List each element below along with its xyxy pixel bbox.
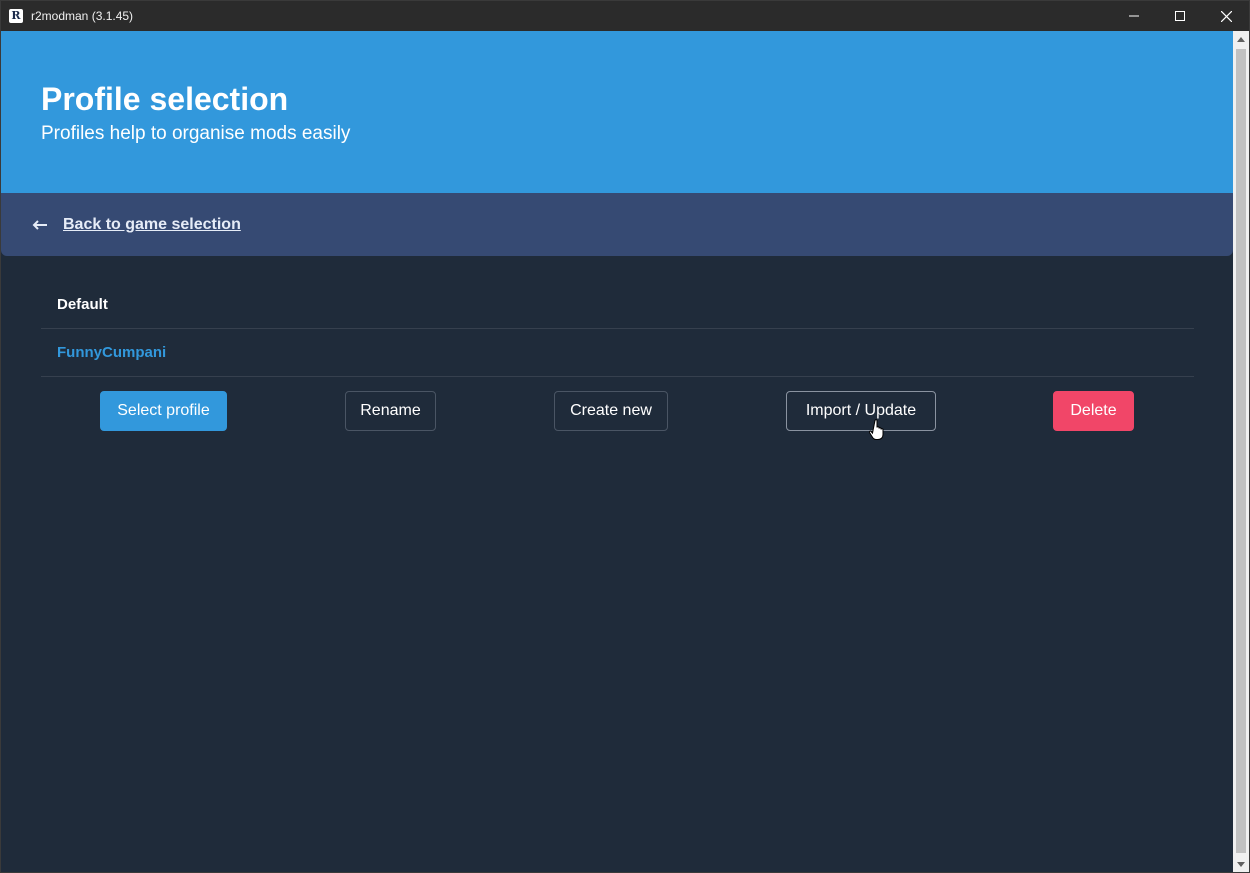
scroll-down-arrow-icon[interactable]: [1233, 856, 1249, 872]
minimize-icon: [1129, 15, 1139, 17]
maximize-icon: [1175, 11, 1185, 21]
arrow-left-icon[interactable]: [32, 218, 50, 232]
vertical-scrollbar[interactable]: [1233, 31, 1249, 872]
minimize-button[interactable]: [1111, 1, 1157, 31]
profile-list: Default FunnyCumpani: [41, 281, 1194, 377]
title-bar[interactable]: R r2modman (3.1.45): [1, 1, 1249, 31]
page-title: Profile selection: [41, 81, 289, 117]
maximize-button[interactable]: [1157, 1, 1203, 31]
page-subtitle: Profiles help to organise mods easily: [41, 123, 351, 144]
hand-cursor-icon: [869, 419, 884, 440]
delete-button[interactable]: Delete: [1053, 391, 1134, 431]
rename-button[interactable]: Rename: [345, 391, 436, 431]
app-window: R r2modman (3.1.45) Profile selection Pr…: [0, 0, 1250, 873]
back-to-game-selection-link[interactable]: Back to game selection: [63, 216, 241, 234]
import-update-button[interactable]: Import / Update: [786, 391, 936, 431]
profile-item-funnycumpani[interactable]: FunnyCumpani: [41, 329, 1194, 377]
back-navigation-bar: Back to game selection: [1, 193, 1233, 256]
profile-item-default[interactable]: Default: [41, 281, 1194, 329]
close-button[interactable]: [1203, 1, 1249, 31]
scrollbar-thumb[interactable]: [1236, 49, 1246, 853]
scroll-up-arrow-icon[interactable]: [1233, 31, 1249, 47]
app-logo-icon: R: [9, 9, 23, 23]
window-title: r2modman (3.1.45): [31, 9, 134, 23]
select-profile-button[interactable]: Select profile: [100, 391, 227, 431]
close-icon: [1220, 10, 1232, 22]
page-header: Profile selection Profiles help to organ…: [1, 31, 1233, 193]
create-new-button[interactable]: Create new: [554, 391, 668, 431]
window-controls: [1111, 1, 1249, 31]
